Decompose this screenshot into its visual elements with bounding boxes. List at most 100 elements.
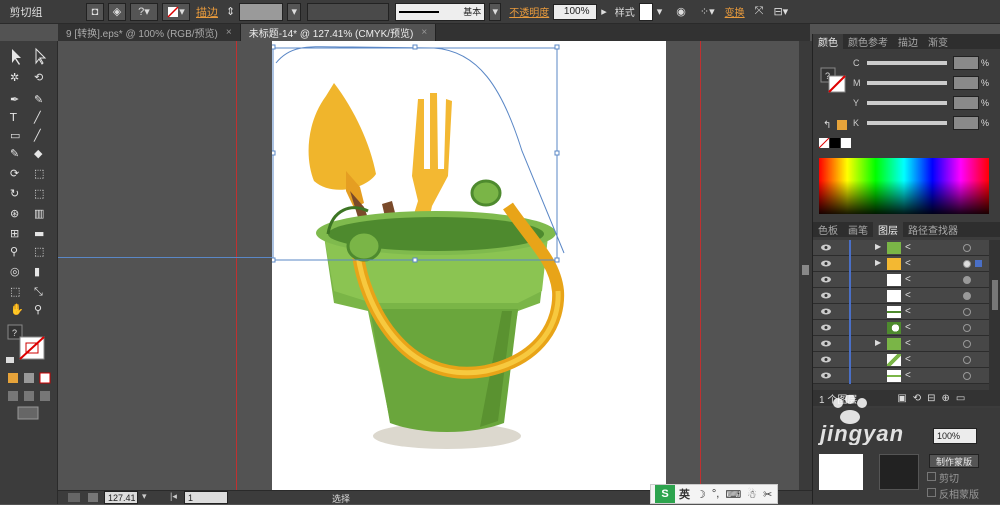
svg-text:╱: ╱: [33, 128, 42, 142]
keyboard-icon[interactable]: ⌨: [725, 488, 741, 501]
transform-icon[interactable]: ⤧: [755, 3, 764, 21]
color-spectrum[interactable]: [819, 158, 989, 214]
channel-c[interactable]: C%: [853, 56, 989, 70]
quick-swatches[interactable]: [819, 138, 859, 150]
svg-text:▥: ▥: [34, 207, 44, 220]
first-page-icon[interactable]: |◂: [170, 491, 177, 502]
scrollbar-thumb[interactable]: [802, 265, 809, 275]
svg-text:⚲: ⚲: [34, 303, 42, 316]
out-of-gamut-swatch[interactable]: [837, 120, 847, 130]
layer-row[interactable]: ▶ <: [813, 256, 989, 272]
svg-text:◎: ◎: [10, 265, 20, 278]
layer-row[interactable]: <: [813, 304, 989, 320]
fill-swatch[interactable]: ?▾: [130, 2, 158, 21]
artboard[interactable]: [270, 41, 666, 490]
make-mask-button[interactable]: 制作蒙版: [929, 454, 979, 468]
layer-row[interactable]: <: [813, 368, 989, 384]
layer-row[interactable]: <: [813, 320, 989, 336]
document-tabs: 9 [转换].eps* @ 100% (RGB/预览) × 未标题-14* @ 1…: [58, 24, 810, 41]
tab-doc-2[interactable]: 未标题-14* @ 127.41% (CMYK/预览) ×: [240, 24, 437, 41]
svg-text:▮: ▮: [34, 265, 40, 278]
variable-width-dropdown[interactable]: [307, 2, 390, 21]
artboard-icon[interactable]: [68, 493, 80, 502]
chevron-down-icon[interactable]: ▾: [489, 2, 502, 21]
selection-edge: [58, 257, 272, 258]
svg-text:⚲: ⚲: [10, 245, 18, 258]
tab-color[interactable]: 颜色: [813, 34, 843, 49]
svg-text:✎: ✎: [34, 93, 43, 106]
skin-icon[interactable]: ☃: [747, 488, 757, 501]
chevron-down-icon[interactable]: ▾: [657, 3, 663, 21]
warning-icon[interactable]: ↰: [823, 120, 831, 131]
ime-toolbar[interactable]: S 英 ☽ °, ⌨ ☃ ✂: [650, 484, 778, 504]
stroke-weight-field[interactable]: [239, 2, 284, 21]
tab-swatches[interactable]: 色板: [813, 222, 843, 237]
stroke-swatch[interactable]: ▾: [162, 2, 190, 21]
tab-layers[interactable]: 图层: [873, 222, 903, 237]
page-field[interactable]: 1: [184, 491, 228, 504]
layer-row[interactable]: <: [813, 352, 989, 368]
opacity-field[interactable]: 100%: [553, 3, 598, 20]
svg-text:▭: ▭: [10, 129, 20, 142]
tab-color-guide[interactable]: 颜色参考: [843, 34, 893, 49]
zoom-field[interactable]: 127.41: [104, 491, 138, 504]
artwork-thumbnail: [819, 454, 863, 490]
bleed-guide-left: [236, 41, 237, 490]
status-mode: 选择: [332, 494, 351, 504]
ime-language[interactable]: 英: [679, 486, 690, 502]
style-label: 样式: [614, 8, 635, 19]
svg-text:▬: ▬: [34, 227, 44, 240]
svg-text:jingyan: jingyan: [818, 421, 904, 445]
invert-label: 反相蒙版: [939, 490, 979, 501]
layers-scrollbar[interactable]: [989, 240, 1000, 390]
layer-row[interactable]: ▶ <: [813, 240, 989, 256]
chevron-down-icon[interactable]: ▾: [287, 2, 302, 21]
svg-text:✎: ✎: [10, 147, 19, 160]
tools-icon[interactable]: ✂: [763, 488, 772, 501]
svg-text:⬚: ⬚: [10, 285, 20, 298]
brush-definition-dropdown[interactable]: 基本: [395, 2, 486, 21]
layer-row[interactable]: <: [813, 272, 989, 288]
invert-checkbox[interactable]: [927, 488, 936, 497]
opacity-arrow-icon[interactable]: ▸: [601, 3, 607, 21]
isolate-mode-icon[interactable]: ⊟▾: [773, 3, 788, 21]
svg-text:⤡: ⤡: [34, 285, 43, 298]
close-icon[interactable]: ×: [226, 27, 232, 38]
ime-logo-icon: S: [655, 485, 675, 503]
stroke-label[interactable]: 描边: [196, 3, 218, 21]
svg-text:⬚: ⬚: [34, 245, 44, 258]
svg-text:?: ?: [12, 328, 17, 338]
mask-thumbnail: [879, 454, 919, 490]
align-icon[interactable]: ⁘▾: [700, 3, 715, 21]
opacity-label[interactable]: 不透明度: [509, 3, 549, 21]
transform-label[interactable]: 变换: [725, 3, 745, 21]
tab-doc-1[interactable]: 9 [转换].eps* @ 100% (RGB/预览) ×: [58, 24, 241, 41]
toolbox: ✲ ⟲ ✒ ✎ T ╱ ▭ ╱ ✎ ◆ ⟳ ⬚ ↻ ⬚ ⊛ ▥ ⊞ ▬ ⚲ ⬚ ◎ ▮ ⬚ ⤡ ✋ ⚲ ?: [0, 41, 58, 504]
fill-stroke-proxy[interactable]: ?: [819, 66, 849, 96]
tab-pathfinder[interactable]: 路径查找器: [903, 222, 963, 237]
stroke-weight-stepper[interactable]: ⇕: [226, 3, 235, 21]
channel-y[interactable]: Y%: [853, 96, 989, 110]
watermark-logo: jingyan: [817, 394, 968, 446]
bucket-illustration[interactable]: [270, 41, 666, 490]
layer-row[interactable]: <: [813, 288, 989, 304]
layer-row[interactable]: ▶ <: [813, 336, 989, 352]
svg-text:⬚: ⬚: [34, 167, 44, 180]
chevron-down-icon[interactable]: ▾: [142, 491, 147, 502]
svg-text:✲: ✲: [10, 71, 19, 84]
vertical-scrollbar[interactable]: [799, 41, 812, 490]
tab-gradient[interactable]: 渐变: [923, 34, 953, 49]
tab-stroke[interactable]: 描边: [893, 34, 923, 49]
recolor-icon[interactable]: ◉: [676, 3, 686, 21]
isolate-icon[interactable]: ◘: [86, 2, 104, 21]
graphic-style-swatch[interactable]: [638, 2, 653, 21]
edit-clip-icon[interactable]: ◈: [108, 2, 126, 21]
rotate-view-icon[interactable]: [88, 493, 98, 502]
channel-k[interactable]: K%: [853, 116, 989, 130]
punct-icon[interactable]: °,: [712, 488, 719, 500]
channel-m[interactable]: M%: [853, 76, 989, 90]
clip-checkbox[interactable]: [927, 472, 936, 481]
close-icon[interactable]: ×: [421, 27, 427, 38]
moon-icon[interactable]: ☽: [696, 488, 706, 501]
tab-brushes[interactable]: 画笔: [843, 222, 873, 237]
